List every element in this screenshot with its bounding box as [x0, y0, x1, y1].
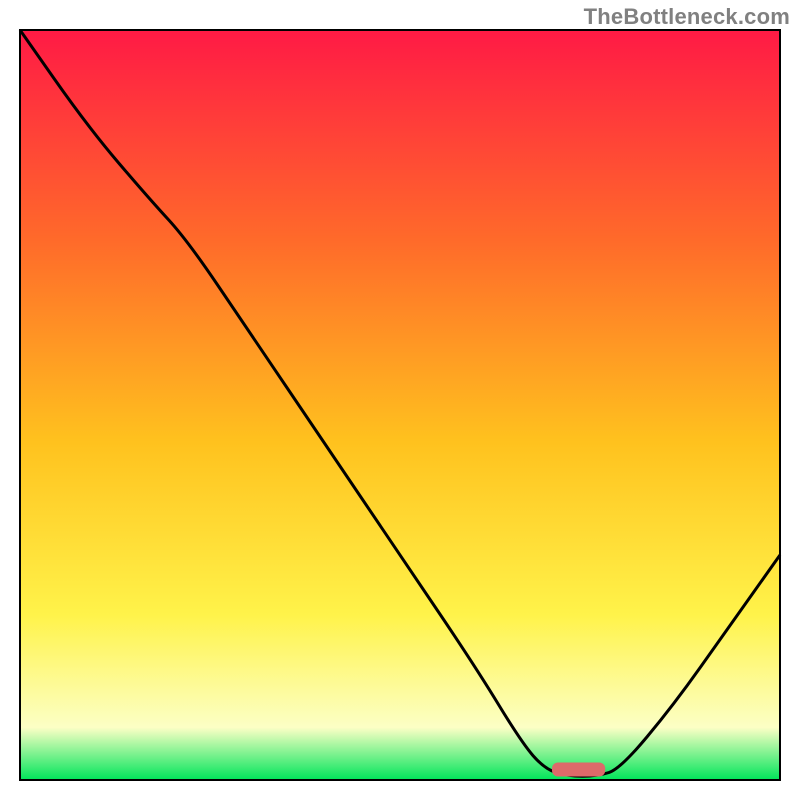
bottleneck-chart [0, 0, 800, 800]
watermark-text: TheBottleneck.com [584, 4, 790, 30]
optimal-marker [552, 763, 605, 777]
plot-background [20, 30, 780, 780]
chart-container: { "watermark": "TheBottleneck.com", "col… [0, 0, 800, 800]
